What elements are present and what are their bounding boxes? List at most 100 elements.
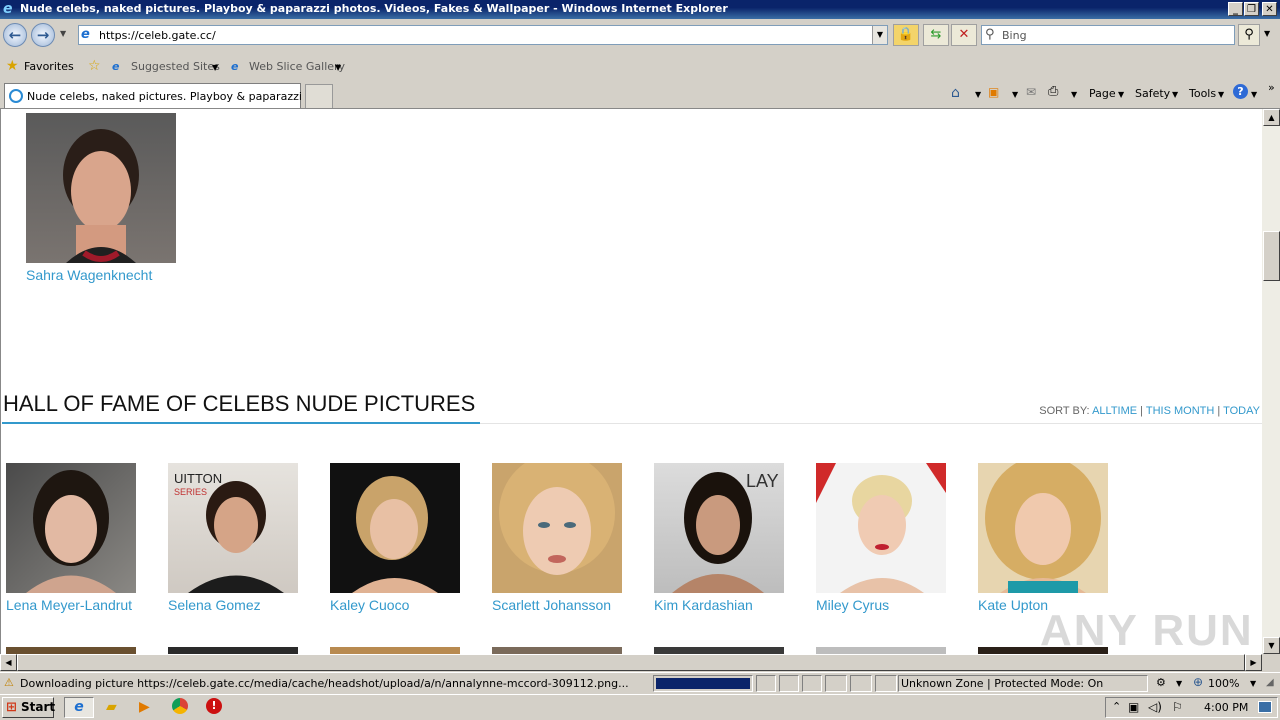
celeb-photo[interactable] [6, 463, 136, 593]
safety-menu[interactable]: Safety [1135, 87, 1170, 100]
print-dropdown-icon[interactable]: ▼ [1071, 90, 1077, 99]
search-box[interactable]: ⚲ Bing [981, 25, 1235, 45]
celeb-photo[interactable] [330, 463, 460, 593]
feeds-dropdown-icon[interactable]: ▼ [1012, 90, 1018, 99]
start-label[interactable]: Start [21, 698, 55, 717]
security-lock-button[interactable]: 🔒 [893, 24, 919, 46]
explorer-folder-icon[interactable]: ▰ [106, 699, 117, 715]
search-options-dropdown-icon[interactable]: ▼ [1264, 29, 1270, 38]
celeb-photo[interactable] [654, 647, 784, 654]
feeds-icon[interactable]: ▣ [988, 85, 999, 99]
help-icon[interactable]: ? [1233, 84, 1248, 99]
taskbar-ie-icon[interactable]: e [64, 697, 94, 718]
page-menu[interactable]: Page [1089, 87, 1116, 100]
security-zone-icon[interactable]: ⚙ [1156, 676, 1166, 689]
flag-icon[interactable]: ⚐ [1172, 700, 1183, 714]
help-dropdown-icon[interactable]: ▼ [1251, 90, 1257, 99]
tab-active[interactable]: Nude celebs, naked pictures. Playboy & p… [4, 83, 330, 108]
address-url[interactable]: https://celeb.gate.cc/ [99, 29, 216, 42]
svg-text:LAY: LAY [746, 471, 779, 491]
celeb-photo[interactable] [330, 647, 460, 654]
zoom-dropdown-icon[interactable]: ▼ [1250, 679, 1256, 688]
refresh-button[interactable]: ⇆ [923, 24, 949, 46]
vertical-scrollbar[interactable]: ▲ ▼ [1262, 109, 1280, 654]
media-player-icon[interactable]: ▶ [139, 699, 150, 715]
tools-menu[interactable]: Tools [1189, 87, 1216, 100]
home-dropdown-icon[interactable]: ▼ [975, 90, 981, 99]
celeb-photo[interactable]: LAY [654, 463, 784, 593]
web-slice-dropdown-icon[interactable]: ▼ [335, 63, 341, 72]
address-bar[interactable]: e https://celeb.gate.cc/ ▼ [78, 25, 888, 45]
clock[interactable]: 4:00 PM [1204, 701, 1248, 714]
search-placeholder[interactable]: Bing [1002, 29, 1027, 42]
safety-dropdown-icon[interactable]: ▼ [1172, 90, 1178, 99]
network-icon[interactable]: ▣ [1128, 700, 1139, 714]
chrome-icon[interactable] [172, 698, 188, 714]
celeb-photo[interactable] [978, 463, 1108, 593]
celeb-name-link[interactable]: Kaley Cuoco [330, 597, 409, 613]
celeb-photo[interactable] [816, 463, 946, 593]
print-icon[interactable]: ⎙ [1048, 84, 1058, 99]
close-window-button[interactable]: ✕ [1262, 2, 1277, 16]
celeb-name-link[interactable]: Sahra Wagenknecht [26, 267, 152, 283]
new-tab-button[interactable] [305, 84, 333, 108]
celeb-photo[interactable]: UITTON SERIES [168, 463, 298, 593]
celeb-name-link[interactable]: Selena Gomez [168, 597, 261, 613]
scroll-left-icon[interactable]: ◀ [0, 654, 17, 671]
mail-icon[interactable]: ✉ [1026, 85, 1036, 99]
show-desktop-icon[interactable] [1258, 701, 1272, 713]
scroll-down-icon[interactable]: ▼ [1263, 637, 1280, 654]
vertical-scroll-thumb[interactable] [1263, 231, 1280, 281]
celeb-photo[interactable] [492, 647, 622, 654]
scroll-right-icon[interactable]: ▶ [1245, 654, 1262, 671]
chevron-more-icon[interactable]: » [1268, 81, 1275, 94]
history-dropdown-icon[interactable]: ▼ [60, 29, 66, 38]
tab-label[interactable]: Nude celebs, naked pictures. Playboy & p… [27, 90, 330, 103]
zoom-icon[interactable]: ⊕ [1193, 675, 1203, 689]
page-content: Sahra Wagenknecht HALL OF FAME OF CELEBS… [0, 109, 1262, 654]
back-button[interactable]: ← [3, 23, 27, 47]
celeb-photo[interactable] [492, 463, 622, 593]
sort-today-link[interactable]: TODAY [1223, 405, 1260, 417]
horizontal-scrollbar[interactable]: ◀ ▶ [0, 654, 1262, 671]
add-favorites-icon[interactable]: ☆ [88, 58, 101, 74]
suggested-sites-icon: e [112, 60, 120, 73]
restore-button[interactable]: ❐ [1244, 2, 1259, 16]
start-button[interactable]: ⊞ Start [2, 697, 55, 718]
celeb-name-link[interactable]: Scarlett Johansson [492, 597, 611, 613]
sort-this-month-link[interactable]: THIS MONTH [1146, 405, 1214, 417]
celeb-name-link[interactable]: Kate Upton [978, 597, 1048, 613]
portrait-image [63, 129, 139, 263]
security-app-icon[interactable]: ! [206, 698, 222, 714]
celeb-photo-sahra-wagenknecht[interactable] [26, 113, 176, 263]
celeb-photo[interactable] [816, 647, 946, 654]
page-dropdown-icon[interactable]: ▼ [1118, 90, 1124, 99]
zoom-level[interactable]: 100% [1208, 677, 1239, 690]
celeb-name-link[interactable]: Kim Kardashian [654, 597, 753, 613]
search-button[interactable]: ⚲ [1238, 24, 1260, 46]
forward-button[interactable]: → [31, 23, 55, 47]
zone-dropdown-icon[interactable]: ▼ [1176, 679, 1182, 688]
suggested-sites-link[interactable]: Suggested Sites [131, 60, 220, 73]
celeb-photo[interactable] [6, 647, 136, 654]
celeb-name-link[interactable]: Miley Cyrus [816, 597, 889, 613]
stop-button[interactable]: ✕ [951, 24, 977, 46]
web-slice-gallery-link[interactable]: Web Slice Gallery [249, 60, 345, 73]
celeb-photo[interactable] [168, 647, 298, 654]
tab-bar: Nude celebs, naked pictures. Playboy & p… [0, 81, 1280, 109]
favorites-button[interactable]: Favorites [24, 60, 74, 73]
tray-expand-icon[interactable]: ⌃ [1112, 700, 1121, 713]
horizontal-scroll-thumb[interactable] [17, 654, 1245, 671]
sort-separator: | [1217, 405, 1221, 417]
suggested-dropdown-icon[interactable]: ▼ [212, 63, 218, 72]
home-icon[interactable]: ⌂ [951, 85, 960, 101]
sort-alltime-link[interactable]: ALLTIME [1092, 405, 1137, 417]
tools-dropdown-icon[interactable]: ▼ [1218, 90, 1224, 99]
system-tray: ⌃ ▣ ◁) ⚐ 4:00 PM [1105, 697, 1278, 718]
celeb-name-link[interactable]: Lena Meyer-Landrut [6, 597, 132, 613]
scroll-up-icon[interactable]: ▲ [1263, 109, 1280, 126]
volume-icon[interactable]: ◁) [1148, 700, 1162, 714]
address-dropdown-icon[interactable]: ▼ [872, 26, 887, 44]
minimize-button[interactable]: _ [1228, 2, 1243, 16]
watermark-logo: ANY RUN [1040, 606, 1254, 655]
